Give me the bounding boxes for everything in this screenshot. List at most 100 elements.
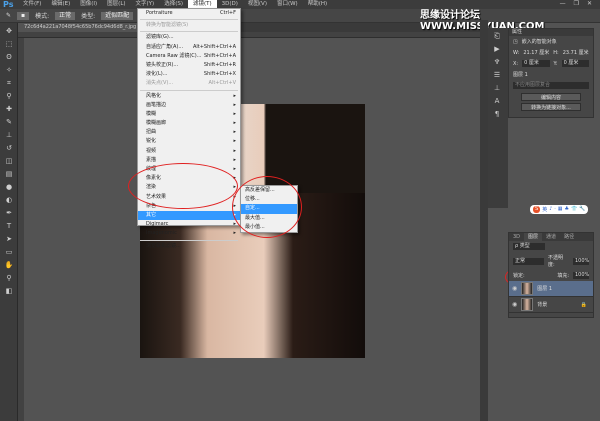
menu-view[interactable]: 视图(V)	[243, 0, 272, 9]
history-brush-icon[interactable]: ↺	[4, 143, 14, 153]
submenu-item[interactable]: 位移...	[241, 195, 297, 204]
width-value[interactable]: 21.17 厘米	[523, 49, 549, 56]
menu-item-filter-group[interactable]: 其它 ▸	[138, 210, 240, 221]
layer-filter-select[interactable]: ρ 类型	[513, 243, 545, 250]
menu-item-special[interactable]: 液化(L)... Shift+Ctrl+X	[138, 70, 240, 79]
menu-item-filter-group[interactable]: 模糊 ▸	[138, 110, 240, 119]
submenu-item[interactable]: 最大值...	[241, 214, 297, 223]
blur-tool-icon[interactable]: ●	[4, 182, 14, 192]
history-panel-icon[interactable]: ⎗	[492, 31, 502, 41]
move-tool-icon[interactable]: ✥	[4, 26, 14, 36]
convert-linked-button[interactable]: 转换为链接对象...	[521, 103, 581, 111]
gradient-tool-icon[interactable]: ▤	[4, 169, 14, 179]
menu-item-filter-group[interactable]: 模糊画廊 ▸	[138, 119, 240, 128]
healing-tool-icon[interactable]: ✚	[4, 104, 14, 114]
ime-settings-icon[interactable]: 🔧	[579, 206, 585, 213]
eye-icon[interactable]: ◉	[512, 285, 517, 292]
eye-icon[interactable]: ◉	[512, 301, 517, 308]
type-select[interactable]: 近似匹配	[101, 11, 134, 20]
dodge-tool-icon[interactable]: ◐	[4, 195, 14, 205]
layer-comp-select[interactable]: 不应用图层复合	[513, 82, 589, 89]
ime-lang-icon[interactable]: 英	[542, 206, 547, 213]
menu-item-filter-group[interactable]: Digimarc ▸	[138, 220, 240, 229]
clone-source-icon[interactable]: ⊥	[492, 83, 502, 93]
stamp-tool-icon[interactable]: ⊥	[4, 130, 14, 140]
menu-item-label: 风格化	[146, 92, 162, 99]
menu-item-filter-group[interactable]: 纹理 ▸	[138, 165, 240, 174]
actions-panel-icon[interactable]: ▶	[492, 44, 502, 54]
menu-item-label: 杂色	[146, 202, 157, 209]
menu-item-filter-group[interactable]: 锐化 ▸	[138, 137, 240, 146]
crop-tool-icon[interactable]: ⌗	[4, 78, 14, 88]
layer-row[interactable]: ◉ 背景 🔒	[509, 297, 593, 313]
character-panel-icon[interactable]: A	[492, 96, 502, 106]
mode-select[interactable]: 正常	[55, 11, 76, 20]
menu-item-filter-group[interactable]: 画笔描边 ▸	[138, 101, 240, 110]
y-input[interactable]: 0 厘米	[561, 60, 589, 67]
menu-item-filter-group[interactable]: 扭曲 ▸	[138, 128, 240, 137]
brush-tool-icon[interactable]: ✎	[6, 12, 11, 19]
quick-select-tool-icon[interactable]: ✧	[4, 65, 14, 75]
opacity-input[interactable]: 100%	[573, 257, 589, 265]
ime-keyboard-icon[interactable]: ▦	[558, 206, 563, 213]
menu-item-special[interactable]: 自适应广角(A)... Alt+Shift+Ctrl+A	[138, 43, 240, 52]
tab-paths[interactable]: 路径	[560, 233, 578, 241]
marquee-tool-icon[interactable]: ⬚	[4, 39, 14, 49]
submenu-item[interactable]: 自定...	[241, 204, 297, 214]
pen-tool-icon[interactable]: ✒	[4, 208, 14, 218]
ime-user-icon[interactable]: ♣	[564, 206, 568, 213]
menu-item-filter-group[interactable]: 渲染 ▸	[138, 183, 240, 192]
ime-dot-icon[interactable]: ⸱	[554, 206, 555, 213]
menu-file[interactable]: 文件(F)	[18, 0, 46, 9]
text-tool-icon[interactable]: T	[4, 221, 14, 231]
submenu-item[interactable]: 高反差保留...	[241, 186, 297, 195]
ime-skin-icon[interactable]: 👕	[571, 206, 577, 213]
lasso-tool-icon[interactable]: ʘ	[4, 52, 14, 62]
type-label: 类型:	[81, 13, 96, 20]
menu-item-filter-group[interactable]: 风格化 ▸	[138, 92, 240, 101]
menu-item-convert-smart-filter[interactable]: 转换为智能滤镜(S)	[138, 21, 240, 30]
menu-item-filter-group[interactable]: 素描 ▸	[138, 156, 240, 165]
menu-item-filter-group[interactable]: 视频 ▸	[138, 147, 240, 156]
menu-item-portraiture[interactable]: Portraiture Ctrl+F	[138, 9, 240, 18]
ime-punct-icon[interactable]: ♪	[549, 206, 552, 213]
ime-logo-icon[interactable]: S	[533, 206, 541, 213]
menu-window[interactable]: 窗口(W)	[272, 0, 303, 9]
shape-tool-icon[interactable]: ▭	[4, 247, 14, 257]
x-input[interactable]: 0 厘米	[522, 60, 550, 67]
blend-mode-select[interactable]: 正常	[513, 257, 545, 265]
menu-item-special[interactable]: 滤镜库(G)...	[138, 33, 240, 42]
menu-item-browse-online[interactable]: 浏览联机滤镜...	[138, 242, 240, 251]
menu-item-special[interactable]: Camera Raw 滤镜(C)... Shift+Ctrl+A	[138, 52, 240, 61]
menu-item-special[interactable]: 消失点(V)... Alt+Ctrl+V	[138, 79, 240, 88]
layer-row[interactable]: ◉ 图层 1	[509, 281, 593, 297]
menu-item-filter-group[interactable]: 像素化 ▸	[138, 174, 240, 183]
path-select-tool-icon[interactable]: ➤	[4, 234, 14, 244]
brush-tool-icon[interactable]: ✎	[4, 117, 14, 127]
brush-preset-picker[interactable]: ▪	[17, 11, 30, 20]
tab-channels[interactable]: 通道	[542, 233, 560, 241]
lock-icon: 🔒	[580, 301, 587, 308]
eraser-tool-icon[interactable]: ◫	[4, 156, 14, 166]
menu-item-filter-group[interactable]: 杂色 ▸	[138, 202, 240, 211]
menu-item-filter-group[interactable]: 艺术效果 ▸	[138, 193, 240, 202]
properties-panel-icon[interactable]: ☰	[492, 70, 502, 80]
fill-input[interactable]: 100%	[573, 272, 589, 279]
menu-item-filter-group[interactable]: Imagenomic ▸	[138, 229, 240, 238]
hand-tool-icon[interactable]: ✋	[4, 260, 14, 270]
submenu-item[interactable]: 最小值...	[241, 223, 297, 232]
menu-layer[interactable]: 图层(L)	[102, 0, 130, 9]
zoom-tool-icon[interactable]: ⚲	[4, 273, 14, 283]
paragraph-panel-icon[interactable]: ¶	[492, 109, 502, 119]
edit-contents-button[interactable]: 编辑内容	[521, 93, 581, 101]
menu-image[interactable]: 图像(I)	[75, 0, 102, 9]
color-swatches-icon[interactable]: ◧	[4, 286, 14, 296]
height-value[interactable]: 23.71 厘米	[563, 49, 589, 56]
tab-layers[interactable]: 图层	[524, 233, 543, 241]
menu-item-special[interactable]: 镜头校正(R)... Shift+Ctrl+R	[138, 61, 240, 70]
adjustments-panel-icon[interactable]: ♆	[492, 57, 502, 67]
tab-3d[interactable]: 3D	[509, 233, 524, 241]
eyedropper-tool-icon[interactable]: ⚲	[4, 91, 14, 101]
menu-help[interactable]: 帮助(H)	[303, 0, 332, 9]
menu-edit[interactable]: 编辑(E)	[46, 0, 75, 9]
